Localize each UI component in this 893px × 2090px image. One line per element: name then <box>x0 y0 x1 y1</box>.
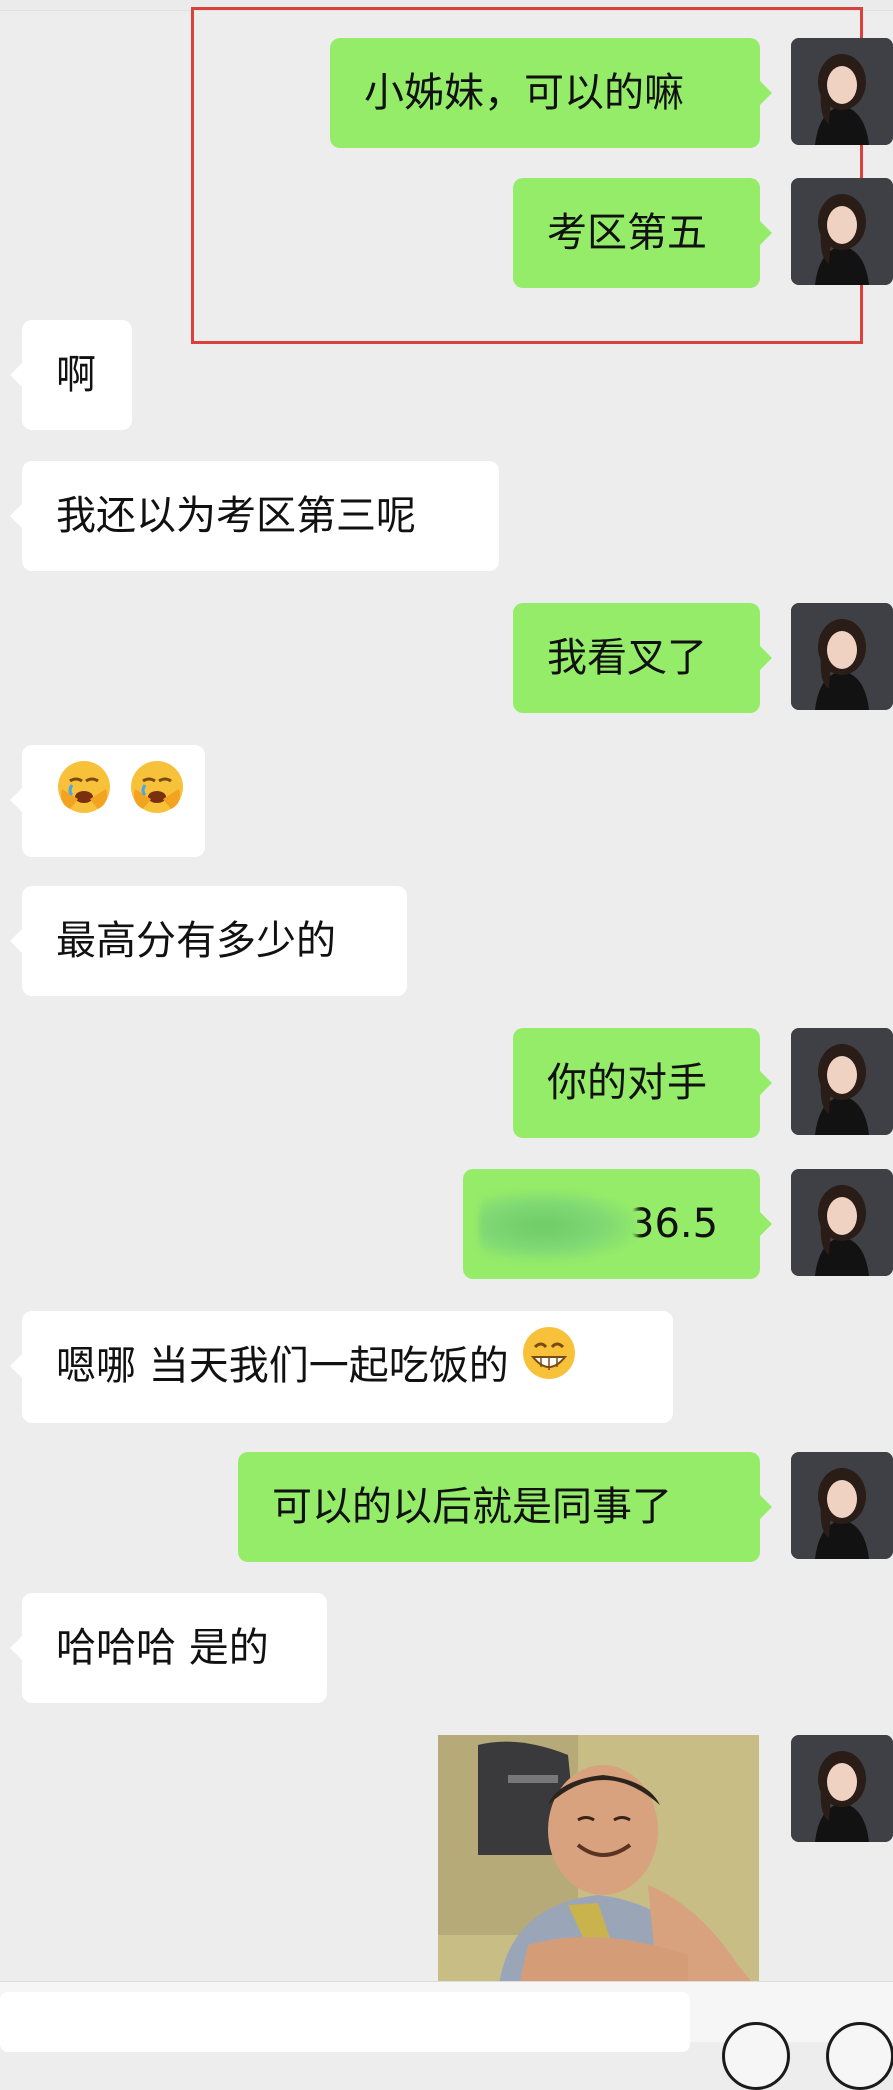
emoji-button[interactable] <box>722 2022 790 2090</box>
message-bubble-outgoing[interactable]: 你的对手 <box>513 1028 772 1138</box>
person-avatar-icon <box>791 1452 893 1559</box>
avatar[interactable] <box>791 38 893 145</box>
message-bubble-outgoing[interactable]: 考区第五 <box>513 178 772 288</box>
person-avatar-icon <box>791 1735 893 1842</box>
message-text: 考区第五 <box>547 210 707 256</box>
message-bubble-incoming[interactable]: 啊 <box>10 320 132 430</box>
person-avatar-icon <box>791 603 893 710</box>
message-text: 可以的以后就是同事了 <box>272 1484 672 1530</box>
message-text: 36.5 <box>629 1201 719 1247</box>
blurred-redaction <box>479 1191 637 1261</box>
avatar[interactable] <box>791 178 893 285</box>
person-avatar-icon <box>791 38 893 145</box>
message-bubble-incoming[interactable] <box>10 745 205 857</box>
face-palm-icon <box>129 747 185 857</box>
avatar[interactable] <box>791 603 893 710</box>
avatar[interactable] <box>791 1452 893 1559</box>
grin-icon <box>521 1313 577 1423</box>
message-text: 你的对手 <box>547 1060 707 1106</box>
avatar[interactable] <box>791 1735 893 1842</box>
message-bubble-outgoing[interactable]: 我看叉了 <box>513 603 772 713</box>
face-palm-icon <box>56 747 112 857</box>
message-bubble-incoming[interactable]: 嗯哪 当天我们一起吃饭的 <box>10 1311 673 1423</box>
person-avatar-icon <box>791 1028 893 1135</box>
avatar[interactable] <box>791 1028 893 1135</box>
person-avatar-icon <box>791 1169 893 1276</box>
message-bubble-incoming[interactable]: 最高分有多少的 <box>10 886 407 996</box>
message-text: 哈哈哈 是的 <box>56 1625 269 1671</box>
avatar[interactable] <box>791 1169 893 1276</box>
message-bubble-outgoing[interactable]: 可以的以后就是同事了 <box>238 1452 772 1562</box>
image-message[interactable] <box>438 1735 759 1991</box>
message-text: 小姊妹，可以的嘛 <box>364 70 684 116</box>
meme-photo-icon <box>438 1735 759 1991</box>
add-button[interactable] <box>826 2022 893 2090</box>
message-input[interactable] <box>0 1992 690 2052</box>
input-bar <box>0 1981 893 2090</box>
message-text: 最高分有多少的 <box>56 918 336 964</box>
message-text: 我还以为考区第三呢 <box>56 493 416 539</box>
person-avatar-icon <box>791 178 893 285</box>
message-text: 我看叉了 <box>547 635 707 681</box>
message-bubble-incoming[interactable]: 哈哈哈 是的 <box>10 1593 327 1703</box>
message-text: 啊 <box>56 352 96 398</box>
message-bubble-outgoing[interactable]: 36.5 <box>463 1169 772 1279</box>
message-text: 嗯哪 当天我们一起吃饭的 <box>56 1343 509 1389</box>
message-bubble-incoming[interactable]: 我还以为考区第三呢 <box>10 461 499 571</box>
message-bubble-outgoing[interactable]: 小姊妹，可以的嘛 <box>330 38 772 148</box>
